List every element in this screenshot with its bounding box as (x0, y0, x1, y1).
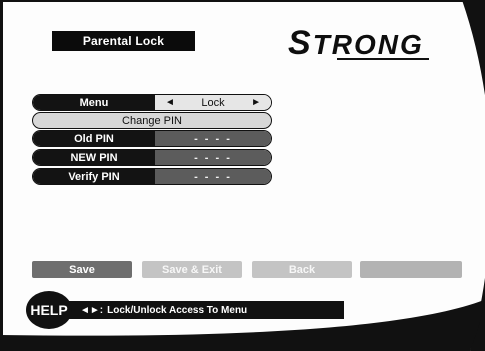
menu-row-selector[interactable]: ◄ Lock ► (155, 95, 271, 110)
save-exit-button[interactable]: Save & Exit (142, 261, 242, 278)
left-edge (0, 0, 3, 351)
new-pin-field[interactable]: - - - - (155, 150, 271, 165)
verify-pin-label: Verify PIN (33, 169, 155, 184)
right-curve-shape (462, 0, 485, 351)
old-pin-field[interactable]: - - - - (155, 131, 271, 146)
brand-logo-rest: TRONG (312, 29, 424, 60)
new-pin-label: NEW PIN (33, 150, 155, 165)
verify-pin-row[interactable]: Verify PIN - - - - (32, 168, 272, 185)
old-pin-label: Old PIN (33, 131, 155, 146)
page-title: Parental Lock (52, 31, 195, 51)
brand-logo-underline (337, 58, 429, 60)
brand-logo-initial: S (288, 24, 313, 62)
save-button[interactable]: Save (32, 261, 132, 278)
menu-row-value: Lock (201, 96, 225, 109)
back-button[interactable]: Back (252, 261, 352, 278)
change-pin-row[interactable]: Change PIN (32, 112, 272, 129)
change-pin-label: Change PIN (122, 114, 182, 127)
new-pin-row[interactable]: NEW PIN - - - - (32, 149, 272, 166)
arrow-keys-icon: ◄►: (80, 304, 104, 316)
menu-row[interactable]: Menu ◄ Lock ► (32, 94, 272, 111)
menu-row-label: Menu (33, 95, 155, 110)
top-edge (0, 0, 485, 2)
blank-button (360, 261, 462, 278)
help-badge: HELP (26, 291, 72, 329)
old-pin-row[interactable]: Old PIN - - - - (32, 130, 272, 147)
left-arrow-icon[interactable]: ◄ (165, 97, 175, 108)
tv-osd-screen: Parental Lock STRONG Menu ◄ Lock ► Chang… (0, 0, 485, 351)
help-text-line: ◄►: Lock/Unlock Access To Menu (80, 301, 247, 319)
right-arrow-icon[interactable]: ► (251, 97, 261, 108)
brand-logo: STRONG (282, 20, 442, 62)
verify-pin-field[interactable]: - - - - (155, 169, 271, 184)
help-text: Lock/Unlock Access To Menu (107, 304, 248, 316)
